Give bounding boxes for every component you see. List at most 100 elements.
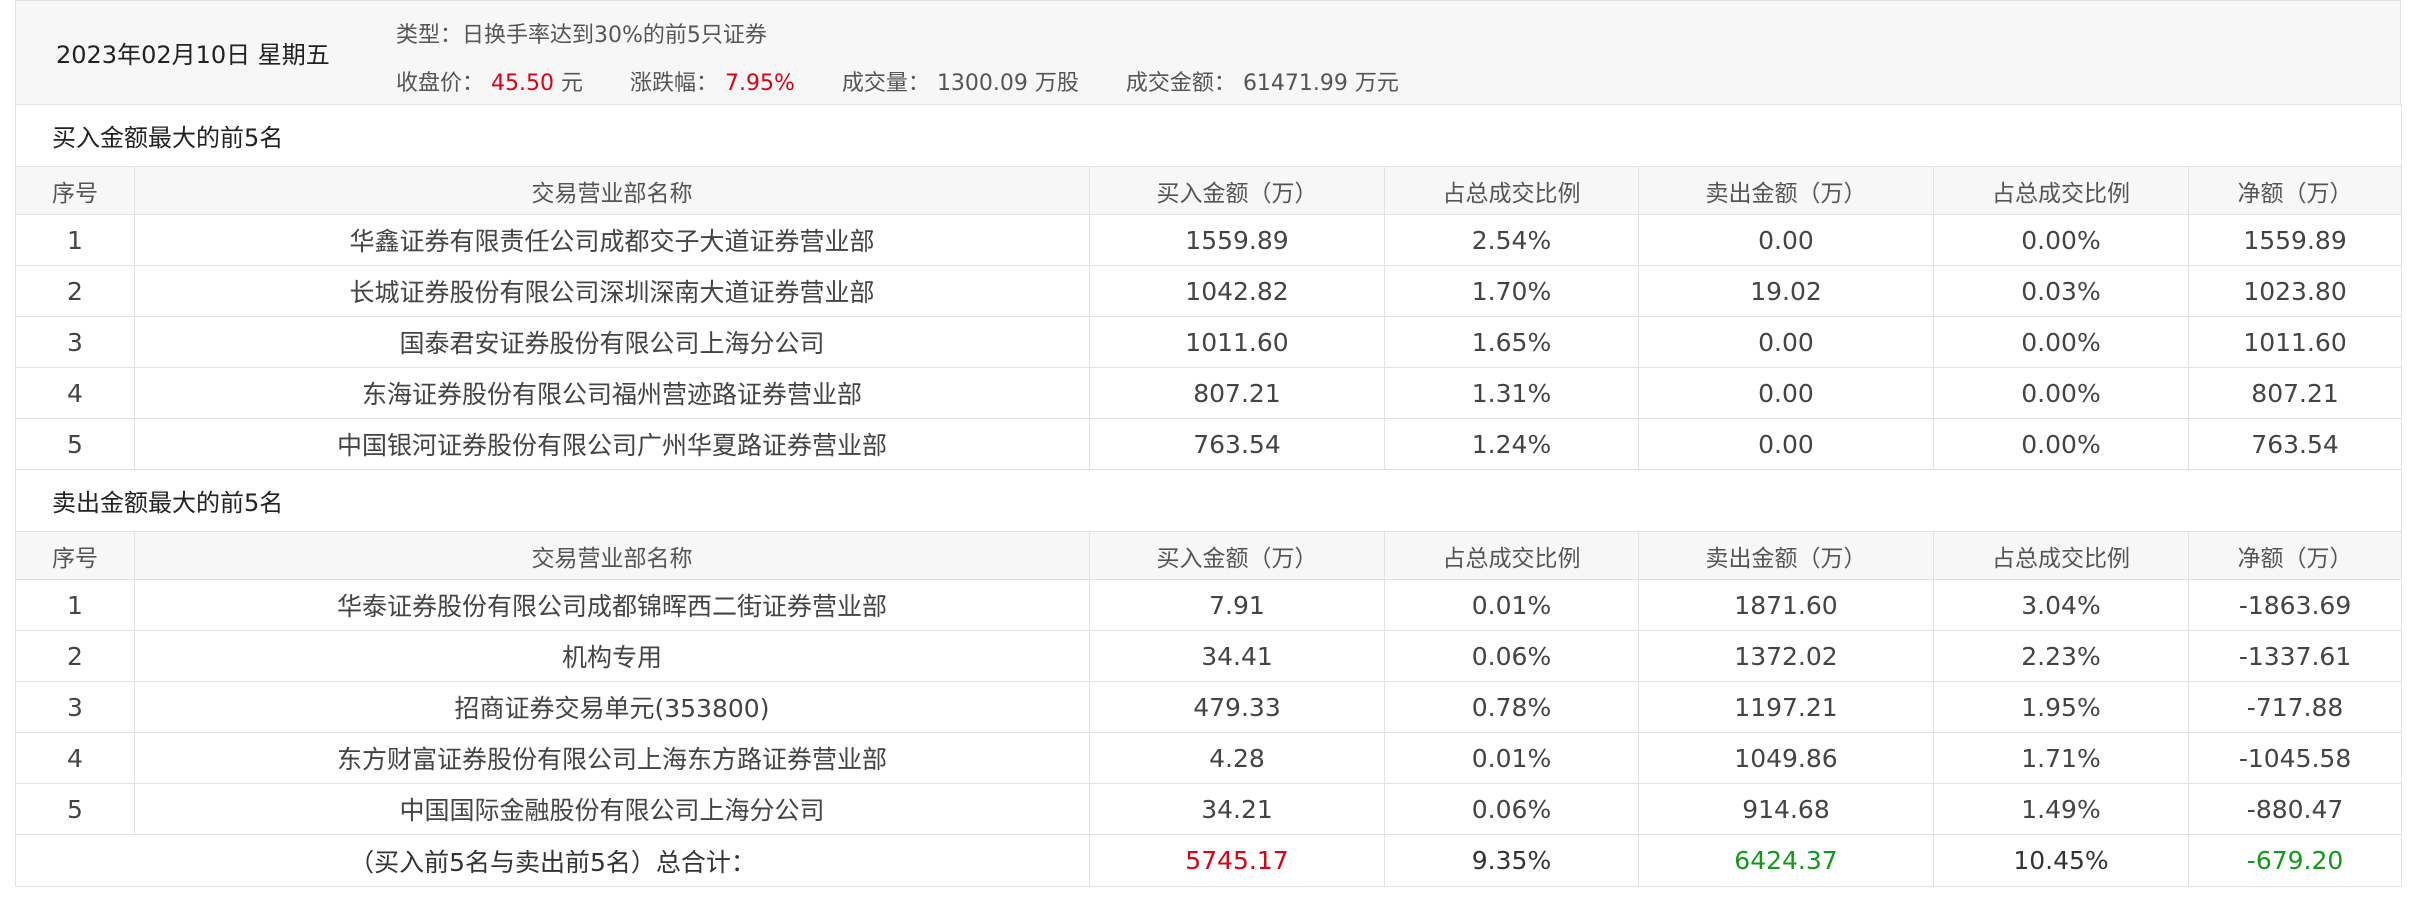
branch-name-cell: 长城证券股份有限公司深圳深南大道证券营业部 [134,265,1090,317]
rank-cell: 2 [15,630,135,682]
branch-name-cell: 中国国际金融股份有限公司上海分公司 [134,783,1090,835]
column-header: 占总成交比例 [1384,531,1639,580]
column-header: 卖出金额（万） [1638,531,1934,580]
branch-name-cell: 华泰证券股份有限公司成都锦晖西二街证券营业部 [134,579,1090,631]
summary-header: 2023年02月10日 星期五 类型：日换手率达到30%的前5只证券 收盘价： … [15,0,2401,104]
buy-ratio-cell: 0.01% [1384,732,1639,784]
rank-cell: 4 [15,732,135,784]
buy-amount-cell: 34.21 [1089,783,1385,835]
net-amount-cell: -1045.58 [2187,732,2403,784]
column-header: 占总成交比例 [1384,166,1639,215]
buy-ratio-cell: 0.01% [1384,579,1639,631]
net-amount-cell: -717.88 [2187,681,2403,733]
sell-ratio-cell: 1.71% [1933,732,2189,784]
buy-amount-cell: 4.28 [1089,732,1385,784]
section-title: 买入金额最大的前5名 [14,104,2403,167]
branch-name-cell: 东方财富证券股份有限公司上海东方路证券营业部 [134,732,1090,784]
total-label: （买入前5名与卖出前5名）总合计： [15,834,1090,887]
column-header-row: 序号 交易营业部名称 买入金额（万） 占总成交比例 卖出金额（万） 占总成交比例 净额（万） [15,531,2403,580]
table-row: 3 国泰君安证券股份有限公司上海分公司 1011.60 1.65% 0.00 0.00% 1… [15,316,2403,368]
buy-ratio-cell: 1.31% [1384,367,1639,419]
branch-name-cell: 机构专用 [134,630,1090,682]
sell-amount-cell: 914.68 [1638,783,1934,835]
buy-amount-cell: 763.54 [1089,418,1385,470]
net-amount-cell: 807.21 [2187,367,2403,419]
table-row: 5 中国银河证券股份有限公司广州华夏路证券营业部 763.54 1.24% 0.00 0.… [15,418,2403,470]
sell-amount-cell: 1049.86 [1638,732,1934,784]
buy-section-title-row: 买入金额最大的前5名 [14,104,2403,167]
sell-ratio-cell: 0.00% [1933,316,2189,368]
rank-cell: 1 [15,214,135,266]
net-amount-cell: -880.47 [2187,783,2403,835]
total-net: -679.20 [2187,834,2403,887]
rank-cell: 3 [15,316,135,368]
table-row: 1 华泰证券股份有限公司成都锦晖西二街证券营业部 7.91 0.01% 1871.60 3… [15,579,2403,631]
rank-cell: 1 [15,579,135,631]
table-row: 2 机构专用 34.41 0.06% 1372.02 2.23% -1337.61 [15,630,2403,682]
sell-amount-cell: 19.02 [1638,265,1934,317]
buy-amount-cell: 7.91 [1089,579,1385,631]
sell-amount-cell: 0.00 [1638,214,1934,266]
seat-table: 买入金额最大的前5名 序号 交易营业部名称 买入金额（万） 占总成交比例 卖出金额（万）占… [14,104,2403,887]
total-buy: 5745.17 [1089,834,1385,887]
price-stats: 收盘价： 45.50 元 涨跌幅： 7.95% 成交量： 1300.09 万股 … [396,65,1439,97]
trade-date: 2023年02月10日 星期五 [56,41,330,69]
net-amount-cell: 1559.89 [2187,214,2403,266]
sell-ratio-cell: 1.95% [1933,681,2189,733]
sell-ratio-cell: 1.49% [1933,783,2189,835]
sell-amount-cell: 1871.60 [1638,579,1934,631]
branch-name-cell: 中国银河证券股份有限公司广州华夏路证券营业部 [134,418,1090,470]
sell-ratio-cell: 2.23% [1933,630,2189,682]
column-header: 交易营业部名称 [134,166,1090,215]
sell-ratio-cell: 0.03% [1933,265,2189,317]
branch-name-cell: 华鑫证券有限责任公司成都交子大道证券营业部 [134,214,1090,266]
rank-cell: 4 [15,367,135,419]
buy-ratio-cell: 1.70% [1384,265,1639,317]
page: 2023年02月10日 星期五 类型：日换手率达到30%的前5只证券 收盘价： … [14,0,2403,887]
net-amount-cell: 1011.60 [2187,316,2403,368]
buy-ratio-cell: 0.78% [1384,681,1639,733]
column-header: 交易营业部名称 [134,531,1090,580]
close-price: 收盘价： 45.50 元 [396,71,584,96]
table-row: 4 东方财富证券股份有限公司上海东方路证券营业部 4.28 0.01% 1049.86 1… [15,732,2403,784]
table-row: 1 华鑫证券有限责任公司成都交子大道证券营业部 1559.89 2.54% 0.00 0.… [15,214,2403,266]
sell-ratio-cell: 0.00% [1933,367,2189,419]
buy-amount-cell: 1559.89 [1089,214,1385,266]
table-row: 3 招商证券交易单元(353800) 479.33 0.78% 1197.21 1.95%… [15,681,2403,733]
buy-amount-cell: 1042.82 [1089,265,1385,317]
buy-amount-cell: 1011.60 [1089,316,1385,368]
column-header: 序号 [15,166,135,215]
buy-amount-cell: 479.33 [1089,681,1385,733]
branch-name-cell: 招商证券交易单元(353800) [134,681,1090,733]
net-amount-cell: -1863.69 [2187,579,2403,631]
total-sell-ratio: 10.45% [1933,834,2189,887]
total-sell: 6424.37 [1638,834,1934,887]
column-header: 占总成交比例 [1933,531,2189,580]
rank-cell: 5 [15,783,135,835]
sell-ratio-cell: 0.00% [1933,418,2189,470]
rank-cell: 2 [15,265,135,317]
branch-name-cell: 国泰君安证券股份有限公司上海分公司 [134,316,1090,368]
sell-amount-cell: 0.00 [1638,418,1934,470]
change-percent: 涨跌幅： 7.95% [630,71,795,96]
sell-amount-cell: 1372.02 [1638,630,1934,682]
column-header: 序号 [15,531,135,580]
total-row: （买入前5名与卖出前5名）总合计： 5745.17 9.35% 6424.37 10.4… [15,834,2403,887]
rank-cell: 3 [15,681,135,733]
column-header: 净额（万） [2187,531,2403,580]
buy-ratio-cell: 1.24% [1384,418,1639,470]
table-row: 2 长城证券股份有限公司深圳深南大道证券营业部 1042.82 1.70% 19.02 0… [15,265,2403,317]
column-header: 卖出金额（万） [1638,166,1934,215]
sell-amount-cell: 0.00 [1638,316,1934,368]
buy-ratio-cell: 0.06% [1384,630,1639,682]
column-header-row: 序号 交易营业部名称 买入金额（万） 占总成交比例 卖出金额（万） 占总成交比例 净额（万） [15,166,2403,215]
sell-section-title-row: 卖出金额最大的前5名 [14,469,2403,532]
buy-amount-cell: 34.41 [1089,630,1385,682]
column-header: 买入金额（万） [1089,166,1385,215]
column-header: 净额（万） [2187,166,2403,215]
turnover: 成交金额： 61471.99 万元 [1125,71,1399,96]
rank-cell: 5 [15,418,135,470]
net-amount-cell: -1337.61 [2187,630,2403,682]
volume: 成交量： 1300.09 万股 [841,71,1079,96]
buy-ratio-cell: 0.06% [1384,783,1639,835]
